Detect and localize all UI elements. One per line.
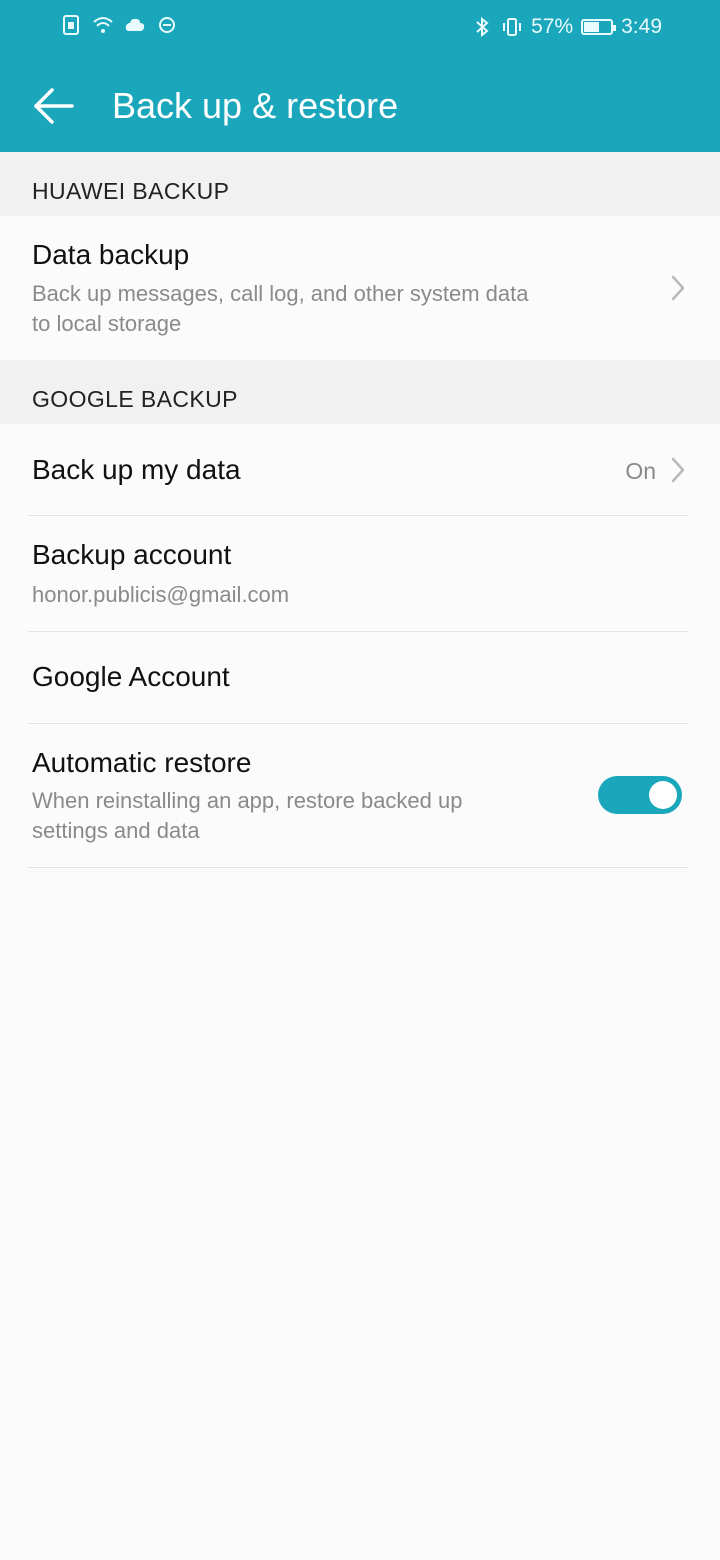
back-up-my-data-title: Back up my data bbox=[32, 454, 241, 485]
automatic-restore-toggle[interactable] bbox=[598, 776, 682, 814]
chevron-right-icon bbox=[671, 275, 685, 301]
back-button[interactable] bbox=[28, 82, 80, 130]
clock: 3:49 bbox=[621, 15, 662, 38]
backup-account-email: honor.publicis@gmail.com bbox=[32, 582, 290, 607]
section-header-google-backup: GOOGLE BACKUP bbox=[0, 360, 720, 424]
data-backup-subtitle-line2: to local storage bbox=[32, 311, 182, 336]
back-arrow-icon bbox=[34, 88, 74, 124]
sim-icon bbox=[60, 14, 82, 36]
app-bar: 57% 3:49 Back up & restore bbox=[0, 0, 720, 152]
battery-icon bbox=[581, 19, 617, 35]
status-bar: 57% 3:49 bbox=[0, 0, 720, 56]
back-up-my-data-row[interactable]: Back up my data On bbox=[0, 424, 720, 516]
vibrate-icon bbox=[501, 16, 523, 38]
back-up-my-data-value: On bbox=[625, 458, 656, 484]
section-header-label: GOOGLE BACKUP bbox=[32, 386, 238, 412]
bluetooth-icon bbox=[471, 16, 493, 38]
toggle-knob bbox=[649, 781, 677, 809]
section-header-label: HUAWEI BACKUP bbox=[32, 178, 230, 204]
divider bbox=[28, 867, 688, 868]
automatic-restore-title: Automatic restore bbox=[32, 747, 252, 778]
section-header-huawei-backup: HUAWEI BACKUP bbox=[0, 152, 720, 216]
battery-percent: 57% bbox=[531, 15, 574, 38]
data-backup-subtitle-line1: Back up messages, call log, and other sy… bbox=[32, 281, 529, 306]
wifi-icon bbox=[92, 14, 114, 36]
google-account-title: Google Account bbox=[32, 661, 230, 692]
google-account-row[interactable]: Google Account bbox=[0, 632, 720, 724]
automatic-restore-subtitle-line1: When reinstalling an app, restore backed… bbox=[32, 788, 463, 813]
backup-account-title: Backup account bbox=[32, 539, 232, 570]
chevron-right-icon bbox=[671, 457, 685, 483]
automatic-restore-subtitle-line2: settings and data bbox=[32, 818, 200, 843]
cloud-icon bbox=[124, 14, 146, 36]
backup-account-row[interactable]: Backup account honor.publicis@gmail.com bbox=[0, 516, 720, 632]
page-title: Back up & restore bbox=[112, 85, 399, 126]
data-backup-title: Data backup bbox=[32, 239, 190, 270]
data-backup-row[interactable]: Data backup Back up messages, call log, … bbox=[0, 216, 720, 360]
data-saver-icon bbox=[156, 14, 178, 36]
automatic-restore-row[interactable]: Automatic restore When reinstalling an a… bbox=[0, 724, 720, 868]
